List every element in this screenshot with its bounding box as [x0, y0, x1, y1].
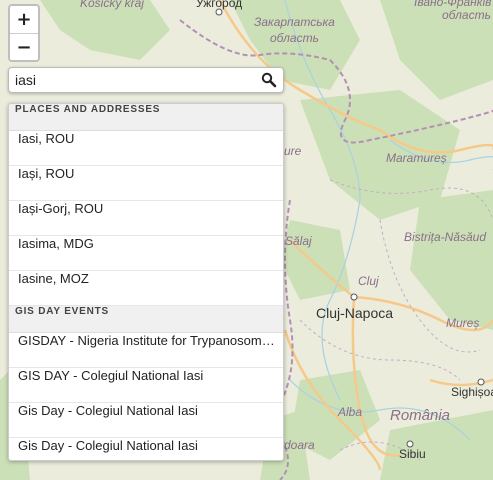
map-label: Sibiu	[399, 447, 426, 461]
result-item[interactable]: Gis Day - Colegiul National Iasi	[9, 438, 283, 460]
map-label: Закарпатська	[254, 15, 335, 29]
map-label: Bistrița-Năsăud	[404, 230, 487, 244]
results-group-header-places: PLACES AND ADDRESSES	[9, 104, 283, 131]
map-label: Mureș	[446, 316, 480, 330]
result-item[interactable]: Gis Day - Colegiul National Iasi	[9, 403, 283, 438]
result-item[interactable]: Iasine, MOZ	[9, 271, 283, 306]
map-label: Ужгород	[196, 0, 243, 10]
result-item[interactable]: GISDAY - Nigeria Institute for Trypanoso…	[9, 333, 283, 368]
search-box	[8, 67, 284, 93]
result-item[interactable]: Iași-Gorj, ROU	[9, 201, 283, 236]
map-label: Alba	[338, 405, 363, 419]
zoom-in-button[interactable]: +	[10, 6, 38, 33]
search-icon[interactable]	[261, 72, 277, 88]
search-input[interactable]	[15, 71, 255, 89]
map-label: Maramureș	[386, 151, 447, 165]
map-label: Košický kraj	[80, 0, 145, 10]
zoom-control: + −	[8, 4, 40, 62]
map-label: România	[390, 407, 451, 424]
map-label: область	[442, 8, 491, 22]
map-label: Sighișoa	[451, 385, 493, 399]
search-results-dropdown: PLACES AND ADDRESSES Iasi, ROU Iași, ROU…	[8, 103, 284, 461]
map-label: Cluj	[358, 274, 379, 288]
result-item[interactable]: Iasima, MDG	[9, 236, 283, 271]
map-label: Sălaj	[285, 234, 312, 248]
map-label: ure	[284, 144, 302, 158]
map-label: doara	[284, 438, 315, 452]
map-label: область	[270, 31, 319, 45]
result-item[interactable]: GIS DAY - Colegiul National Iasi	[9, 368, 283, 403]
result-item[interactable]: Iasi, ROU	[9, 131, 283, 166]
result-item[interactable]: Iași, ROU	[9, 166, 283, 201]
zoom-out-button[interactable]: −	[10, 33, 38, 60]
map-label: Cluj-Napoca	[316, 305, 394, 321]
results-group-header-events: GIS DAY EVENTS	[9, 306, 283, 333]
